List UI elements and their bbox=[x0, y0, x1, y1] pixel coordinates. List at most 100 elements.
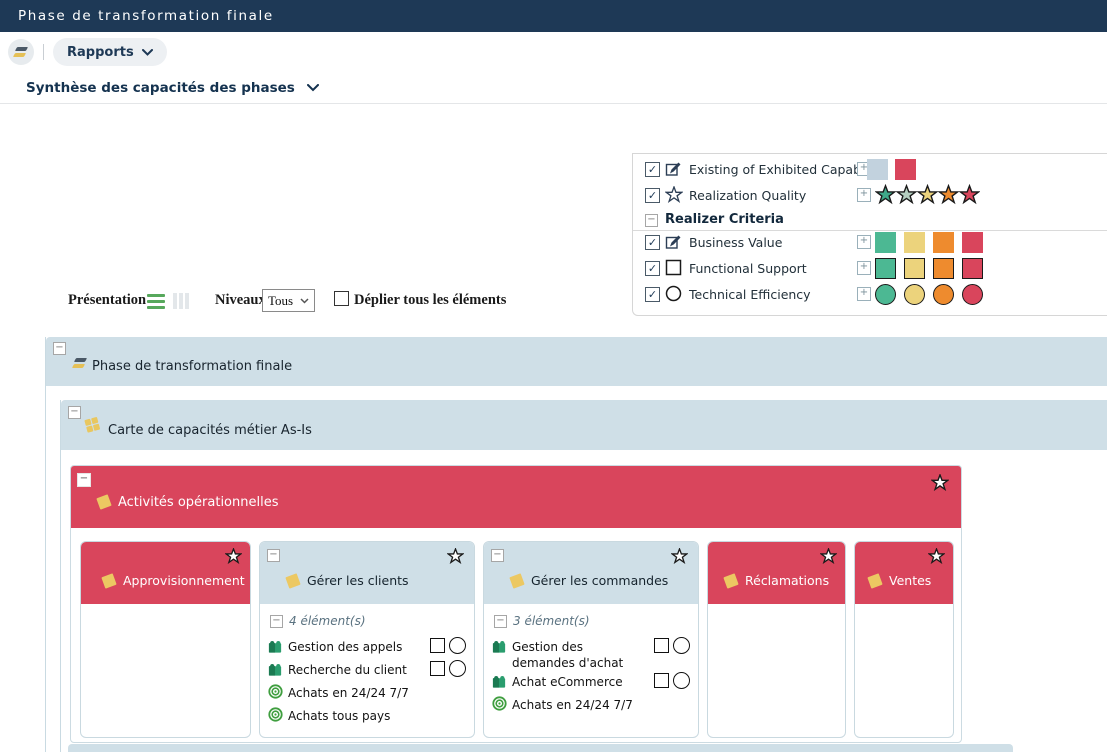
capability-card-ventes[interactable]: Ventes bbox=[854, 541, 954, 738]
business-value-swatch bbox=[962, 232, 983, 253]
chevron-down-icon bbox=[307, 84, 319, 92]
list-item[interactable]: Recherche du client bbox=[268, 659, 468, 682]
element-count-label: 3 élément(s) bbox=[513, 614, 590, 628]
app-logo[interactable] bbox=[8, 39, 34, 65]
levels-select-value: Tous bbox=[268, 293, 293, 309]
list-presentation-icon[interactable] bbox=[147, 294, 165, 309]
phase-logo-icon bbox=[13, 46, 30, 59]
element-label: Achats en 24/24 7/7 bbox=[288, 684, 409, 701]
list-item[interactable]: Gestion des demandes d'achat bbox=[492, 636, 692, 671]
next-band-partial[interactable] bbox=[68, 744, 1013, 752]
collapse-toggle[interactable]: − bbox=[68, 406, 81, 419]
element-list: Gestion des appels Recherche du client bbox=[268, 636, 468, 728]
edit-icon bbox=[665, 233, 682, 250]
expand-toggle[interactable]: + bbox=[857, 235, 871, 249]
phase-band-header[interactable]: − Phase de transformation finale bbox=[46, 337, 1107, 386]
business-value-swatch bbox=[904, 232, 925, 253]
capability-map-label: Carte de capacités métier As-Is bbox=[108, 423, 312, 438]
card-title: Ventes bbox=[889, 573, 931, 588]
capability-map-band-header[interactable]: − Carte de capacités métier As-Is bbox=[61, 400, 1107, 450]
card-header: Ventes bbox=[855, 542, 953, 604]
expand-toggle[interactable]: + bbox=[857, 188, 871, 202]
collapse-toggle[interactable]: − bbox=[267, 549, 280, 562]
levels-label: Niveaux bbox=[215, 292, 266, 309]
star-rating-icon[interactable] bbox=[820, 548, 837, 564]
technical-efficiency-indicator bbox=[673, 637, 690, 654]
legend-checkbox[interactable]: ✓ bbox=[645, 261, 660, 276]
application-puzzle-icon bbox=[268, 661, 283, 677]
report-title-dropdown[interactable]: Synthèse des capacités des phases bbox=[26, 80, 319, 96]
element-indicators bbox=[654, 672, 690, 689]
functional-support-swatch bbox=[904, 258, 925, 279]
legend-label: Technical Efficiency bbox=[689, 287, 811, 302]
list-item[interactable]: Achats tous pays bbox=[268, 705, 468, 728]
list-item[interactable]: Achat eCommerce bbox=[492, 671, 692, 694]
list-item[interactable]: Gestion des appels bbox=[268, 636, 468, 659]
element-indicators bbox=[430, 660, 466, 677]
collapse-toggle[interactable]: − bbox=[270, 615, 283, 628]
technical-efficiency-swatch bbox=[904, 284, 925, 305]
element-count-row: − 3 élément(s) bbox=[494, 614, 590, 628]
star-rating-icon[interactable] bbox=[928, 548, 945, 564]
capability-card-approvisionnement[interactable]: Approvisionnement bbox=[80, 541, 251, 738]
star-rating-icon[interactable] bbox=[225, 548, 242, 564]
collapse-toggle[interactable]: − bbox=[77, 473, 91, 487]
app-window: Phase de transformation finale Rapports … bbox=[0, 0, 1107, 752]
header-divider bbox=[0, 103, 1107, 104]
list-item[interactable]: Achats en 24/24 7/7 bbox=[492, 694, 692, 717]
levels-select[interactable]: Tous bbox=[262, 289, 315, 312]
capability-card-gerer-les-clients[interactable]: − Gérer les clients − 4 élément(s) bbox=[259, 541, 475, 738]
card-title: Gérer les commandes bbox=[531, 573, 668, 588]
phase-band-label: Phase de transformation finale bbox=[92, 359, 292, 374]
legend-checkbox[interactable]: ✓ bbox=[645, 162, 660, 177]
collapse-toggle[interactable]: − bbox=[491, 549, 504, 562]
columns-presentation-icon[interactable] bbox=[173, 293, 191, 309]
phase-container: − Phase de transformation finale − Carte… bbox=[45, 337, 1107, 752]
goal-target-icon bbox=[492, 696, 507, 711]
capability-card-gerer-les-commandes[interactable]: − Gérer les commandes − 3 élément(s) bbox=[483, 541, 699, 738]
legend-row-realization-quality: ✓ Realization Quality + bbox=[633, 184, 1107, 208]
star-rating-scale bbox=[875, 184, 980, 205]
legend-checkbox[interactable]: ✓ bbox=[645, 287, 660, 302]
title-bar: Phase de transformation finale bbox=[0, 0, 1107, 32]
goal-target-icon bbox=[268, 684, 283, 699]
legend-checkbox[interactable]: ✓ bbox=[645, 188, 660, 203]
square-outline-icon bbox=[665, 259, 682, 276]
star-rating-icon[interactable] bbox=[671, 548, 688, 564]
technical-efficiency-indicator bbox=[449, 660, 466, 677]
group-header[interactable]: − Activités opérationnelles bbox=[71, 466, 961, 528]
card-title: Réclamations bbox=[745, 573, 829, 588]
element-count-label: 4 élément(s) bbox=[289, 614, 366, 628]
legend-checkbox[interactable]: ✓ bbox=[645, 235, 660, 250]
star-rating-icon[interactable] bbox=[447, 548, 464, 564]
technical-efficiency-swatch bbox=[875, 284, 896, 305]
element-indicators bbox=[654, 637, 690, 654]
application-puzzle-icon bbox=[492, 638, 507, 654]
nav-divider bbox=[43, 44, 44, 60]
collapse-toggle[interactable]: − bbox=[53, 342, 66, 355]
collapse-toggle[interactable]: − bbox=[494, 615, 507, 628]
capability-map-icon bbox=[84, 416, 102, 434]
window-title: Phase de transformation finale bbox=[18, 8, 274, 24]
legend-panel: ✓ Existing of Exhibited Capability + ✓ R… bbox=[632, 153, 1107, 316]
list-item[interactable]: Achats en 24/24 7/7 bbox=[268, 682, 468, 705]
collapse-toggle[interactable]: − bbox=[645, 214, 658, 227]
card-header: Réclamations bbox=[708, 542, 845, 604]
expand-toggle[interactable]: + bbox=[857, 287, 871, 301]
capability-card-reclamations[interactable]: Réclamations bbox=[707, 541, 846, 738]
star-icon bbox=[875, 184, 896, 205]
application-puzzle-icon bbox=[268, 638, 283, 654]
technical-efficiency-indicator bbox=[449, 637, 466, 654]
star-rating-icon[interactable] bbox=[931, 474, 949, 491]
functional-support-swatch bbox=[875, 258, 896, 279]
edit-icon bbox=[665, 160, 682, 177]
legend-row-business-value: ✓ Business Value + bbox=[633, 231, 1107, 255]
capability-note-icon bbox=[867, 573, 882, 588]
application-puzzle-icon bbox=[492, 673, 507, 689]
expand-all-checkbox[interactable] bbox=[334, 291, 349, 306]
expand-toggle[interactable]: + bbox=[857, 261, 871, 275]
star-icon bbox=[896, 184, 917, 205]
reports-menu-button[interactable]: Rapports bbox=[53, 38, 167, 66]
star-icon bbox=[917, 184, 938, 205]
capability-note-icon bbox=[509, 573, 524, 588]
